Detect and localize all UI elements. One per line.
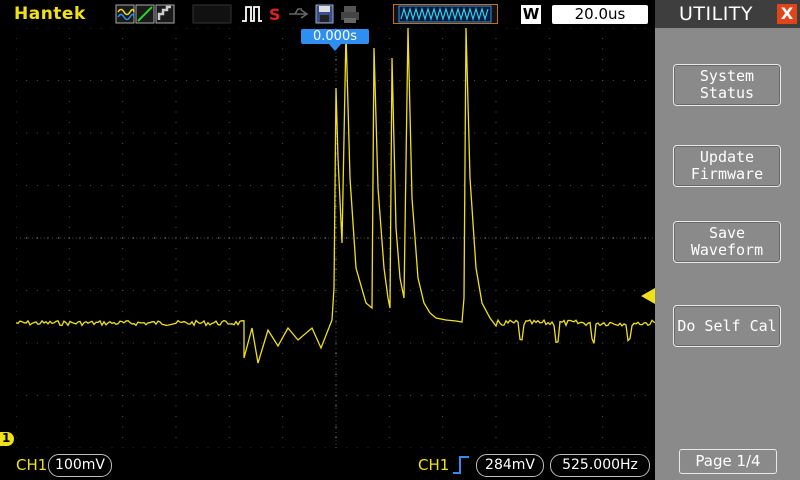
trigger-time-label: 0.000s xyxy=(301,29,369,44)
system-status-button[interactable]: System Status xyxy=(673,64,781,106)
menu-title: UTILITY xyxy=(679,3,754,25)
ch1-ground-marker: 1 xyxy=(0,431,14,446)
timebase-value[interactable]: 20.0us xyxy=(552,5,648,24)
brand-logo: Hantek xyxy=(14,4,86,24)
page-indicator[interactable]: Page 1/4 xyxy=(679,449,777,474)
update-firmware-button[interactable]: Update Firmware xyxy=(673,145,781,187)
button-label-line1: System xyxy=(699,67,755,85)
s-icon: S xyxy=(269,5,281,24)
memory-depth-icon xyxy=(393,4,498,24)
utility-menu-panel: UTILITY X System Status Update Firmware … xyxy=(655,0,800,480)
menu-title-bar: UTILITY X xyxy=(655,0,800,28)
ch1-scale[interactable]: 100mV xyxy=(48,454,112,477)
top-status-bar: Hantek S W 20.0us xyxy=(0,0,655,28)
ch1-marker-label: 1 xyxy=(2,431,11,445)
waveform-display xyxy=(16,28,656,448)
do-self-cal-button[interactable]: Do Self Cal xyxy=(673,305,781,347)
print-icon xyxy=(341,6,359,23)
trigger-time-marker-icon xyxy=(328,43,342,51)
blank-status-icon xyxy=(192,4,232,24)
waveform-icon xyxy=(115,4,175,24)
button-label-line1: Update xyxy=(699,148,755,166)
trigger-source-label: CH1 xyxy=(418,456,450,474)
trigger-level-marker-icon xyxy=(641,288,655,304)
timebase-mode-badge: W xyxy=(521,5,541,24)
button-label-line2: Waveform xyxy=(690,241,764,259)
button-label-line2: Status xyxy=(699,84,755,102)
frequency-readout: 525.000Hz xyxy=(550,454,650,477)
save-icon xyxy=(315,4,334,24)
pulse-trigger-icon xyxy=(242,6,262,22)
usb-icon xyxy=(289,8,309,19)
close-icon[interactable]: X xyxy=(777,4,797,24)
button-label-line2: Firmware xyxy=(690,165,764,183)
trigger-level[interactable]: 284mV xyxy=(476,454,544,477)
rising-edge-icon xyxy=(453,456,469,474)
button-label-line1: Save xyxy=(708,224,746,242)
save-waveform-button[interactable]: Save Waveform xyxy=(673,221,781,263)
button-label-line1: Do Self Cal xyxy=(677,316,777,335)
svg-text:S: S xyxy=(269,5,281,24)
ch1-label: CH1 xyxy=(16,456,48,474)
